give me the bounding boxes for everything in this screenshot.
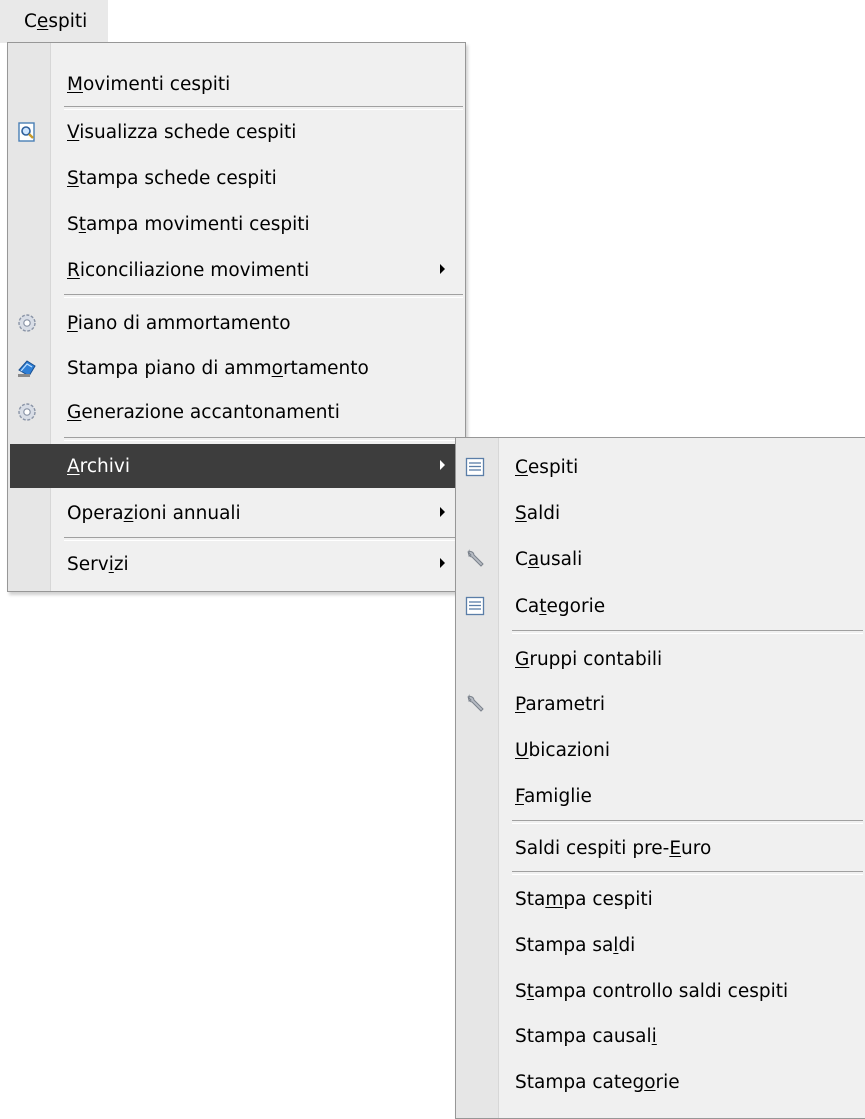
menu-separator: [512, 820, 863, 824]
cespiti-menu: Movimenti cespiti Visualizza schede cesp…: [7, 42, 466, 592]
submenu-item-ubicazioni[interactable]: Ubicazioni: [458, 728, 863, 772]
menu-separator: [64, 537, 463, 541]
submenu-item-causali[interactable]: Causali: [458, 537, 863, 581]
submenu-item-saldi[interactable]: Saldi: [458, 491, 863, 535]
menu-item-stampa-piano-di-ammortamento[interactable]: Stampa piano di ammortamento: [10, 346, 463, 390]
menu-item-riconciliazione-movimenti[interactable]: Riconciliazione movimenti: [10, 248, 463, 292]
magnifier-document-icon: [15, 120, 39, 144]
menubar-item-cespiti[interactable]: Cespiti: [0, 0, 108, 43]
menu-separator: [512, 630, 863, 634]
wrench-icon: [463, 692, 487, 716]
menu-item-stampa-movimenti-cespiti[interactable]: Stampa movimenti cespiti: [10, 202, 463, 246]
menubar-item-label: Cespiti: [24, 11, 88, 32]
menu-item-archivi[interactable]: Archivi: [10, 444, 463, 488]
list-document-icon: [463, 594, 487, 618]
submenu-item-categorie[interactable]: Categorie: [458, 584, 863, 628]
submenu-item-gruppi-contabili[interactable]: Gruppi contabili: [458, 637, 863, 681]
submenu-arrow-icon: [440, 507, 445, 517]
submenu-item-stampa-categorie[interactable]: Stampa categorie: [458, 1060, 863, 1104]
menu-separator: [64, 437, 463, 441]
submenu-arrow-icon: [440, 460, 445, 470]
gear-icon: [15, 311, 39, 335]
menu-item-piano-di-ammortamento[interactable]: Piano di ammortamento: [10, 301, 463, 345]
gear-icon: [15, 400, 39, 424]
menu-separator: [512, 871, 863, 875]
menu-separator: [64, 294, 463, 298]
menu-item-visualizza-schede-cespiti[interactable]: Visualizza schede cespiti: [10, 110, 463, 154]
printer-blue-icon: [15, 356, 39, 380]
submenu-item-parametri[interactable]: Parametri: [458, 682, 863, 726]
menu-item-stampa-schede-cespiti[interactable]: Stampa schede cespiti: [10, 156, 463, 200]
wrench-icon: [463, 547, 487, 571]
menu-item-movimenti-cespiti[interactable]: Movimenti cespiti: [10, 62, 463, 106]
menu-item-operazioni-annuali[interactable]: Operazioni annuali: [10, 491, 463, 535]
submenu-arrow-icon: [440, 558, 445, 568]
submenu-item-stampa-saldi[interactable]: Stampa saldi: [458, 923, 863, 967]
submenu-item-stampa-controllo-saldi-cespiti[interactable]: Stampa controllo saldi cespiti: [458, 969, 863, 1013]
archivi-submenu: Cespiti Saldi Causali Categorie Gruppi c…: [455, 437, 865, 1119]
menu-item-generazione-accantonamenti[interactable]: Generazione accantonamenti: [10, 390, 463, 434]
submenu-item-stampa-cespiti[interactable]: Stampa cespiti: [458, 877, 863, 921]
submenu-item-saldi-cespiti-pre-euro[interactable]: Saldi cespiti pre-Euro: [458, 826, 863, 870]
submenu-arrow-icon: [440, 264, 445, 274]
submenu-item-stampa-causali[interactable]: Stampa causali: [458, 1014, 863, 1058]
list-document-icon: [463, 455, 487, 479]
submenu-item-famiglie[interactable]: Famiglie: [458, 774, 863, 818]
menu-item-servizi[interactable]: Servizi: [10, 542, 463, 586]
submenu-item-cespiti[interactable]: Cespiti: [458, 445, 863, 489]
